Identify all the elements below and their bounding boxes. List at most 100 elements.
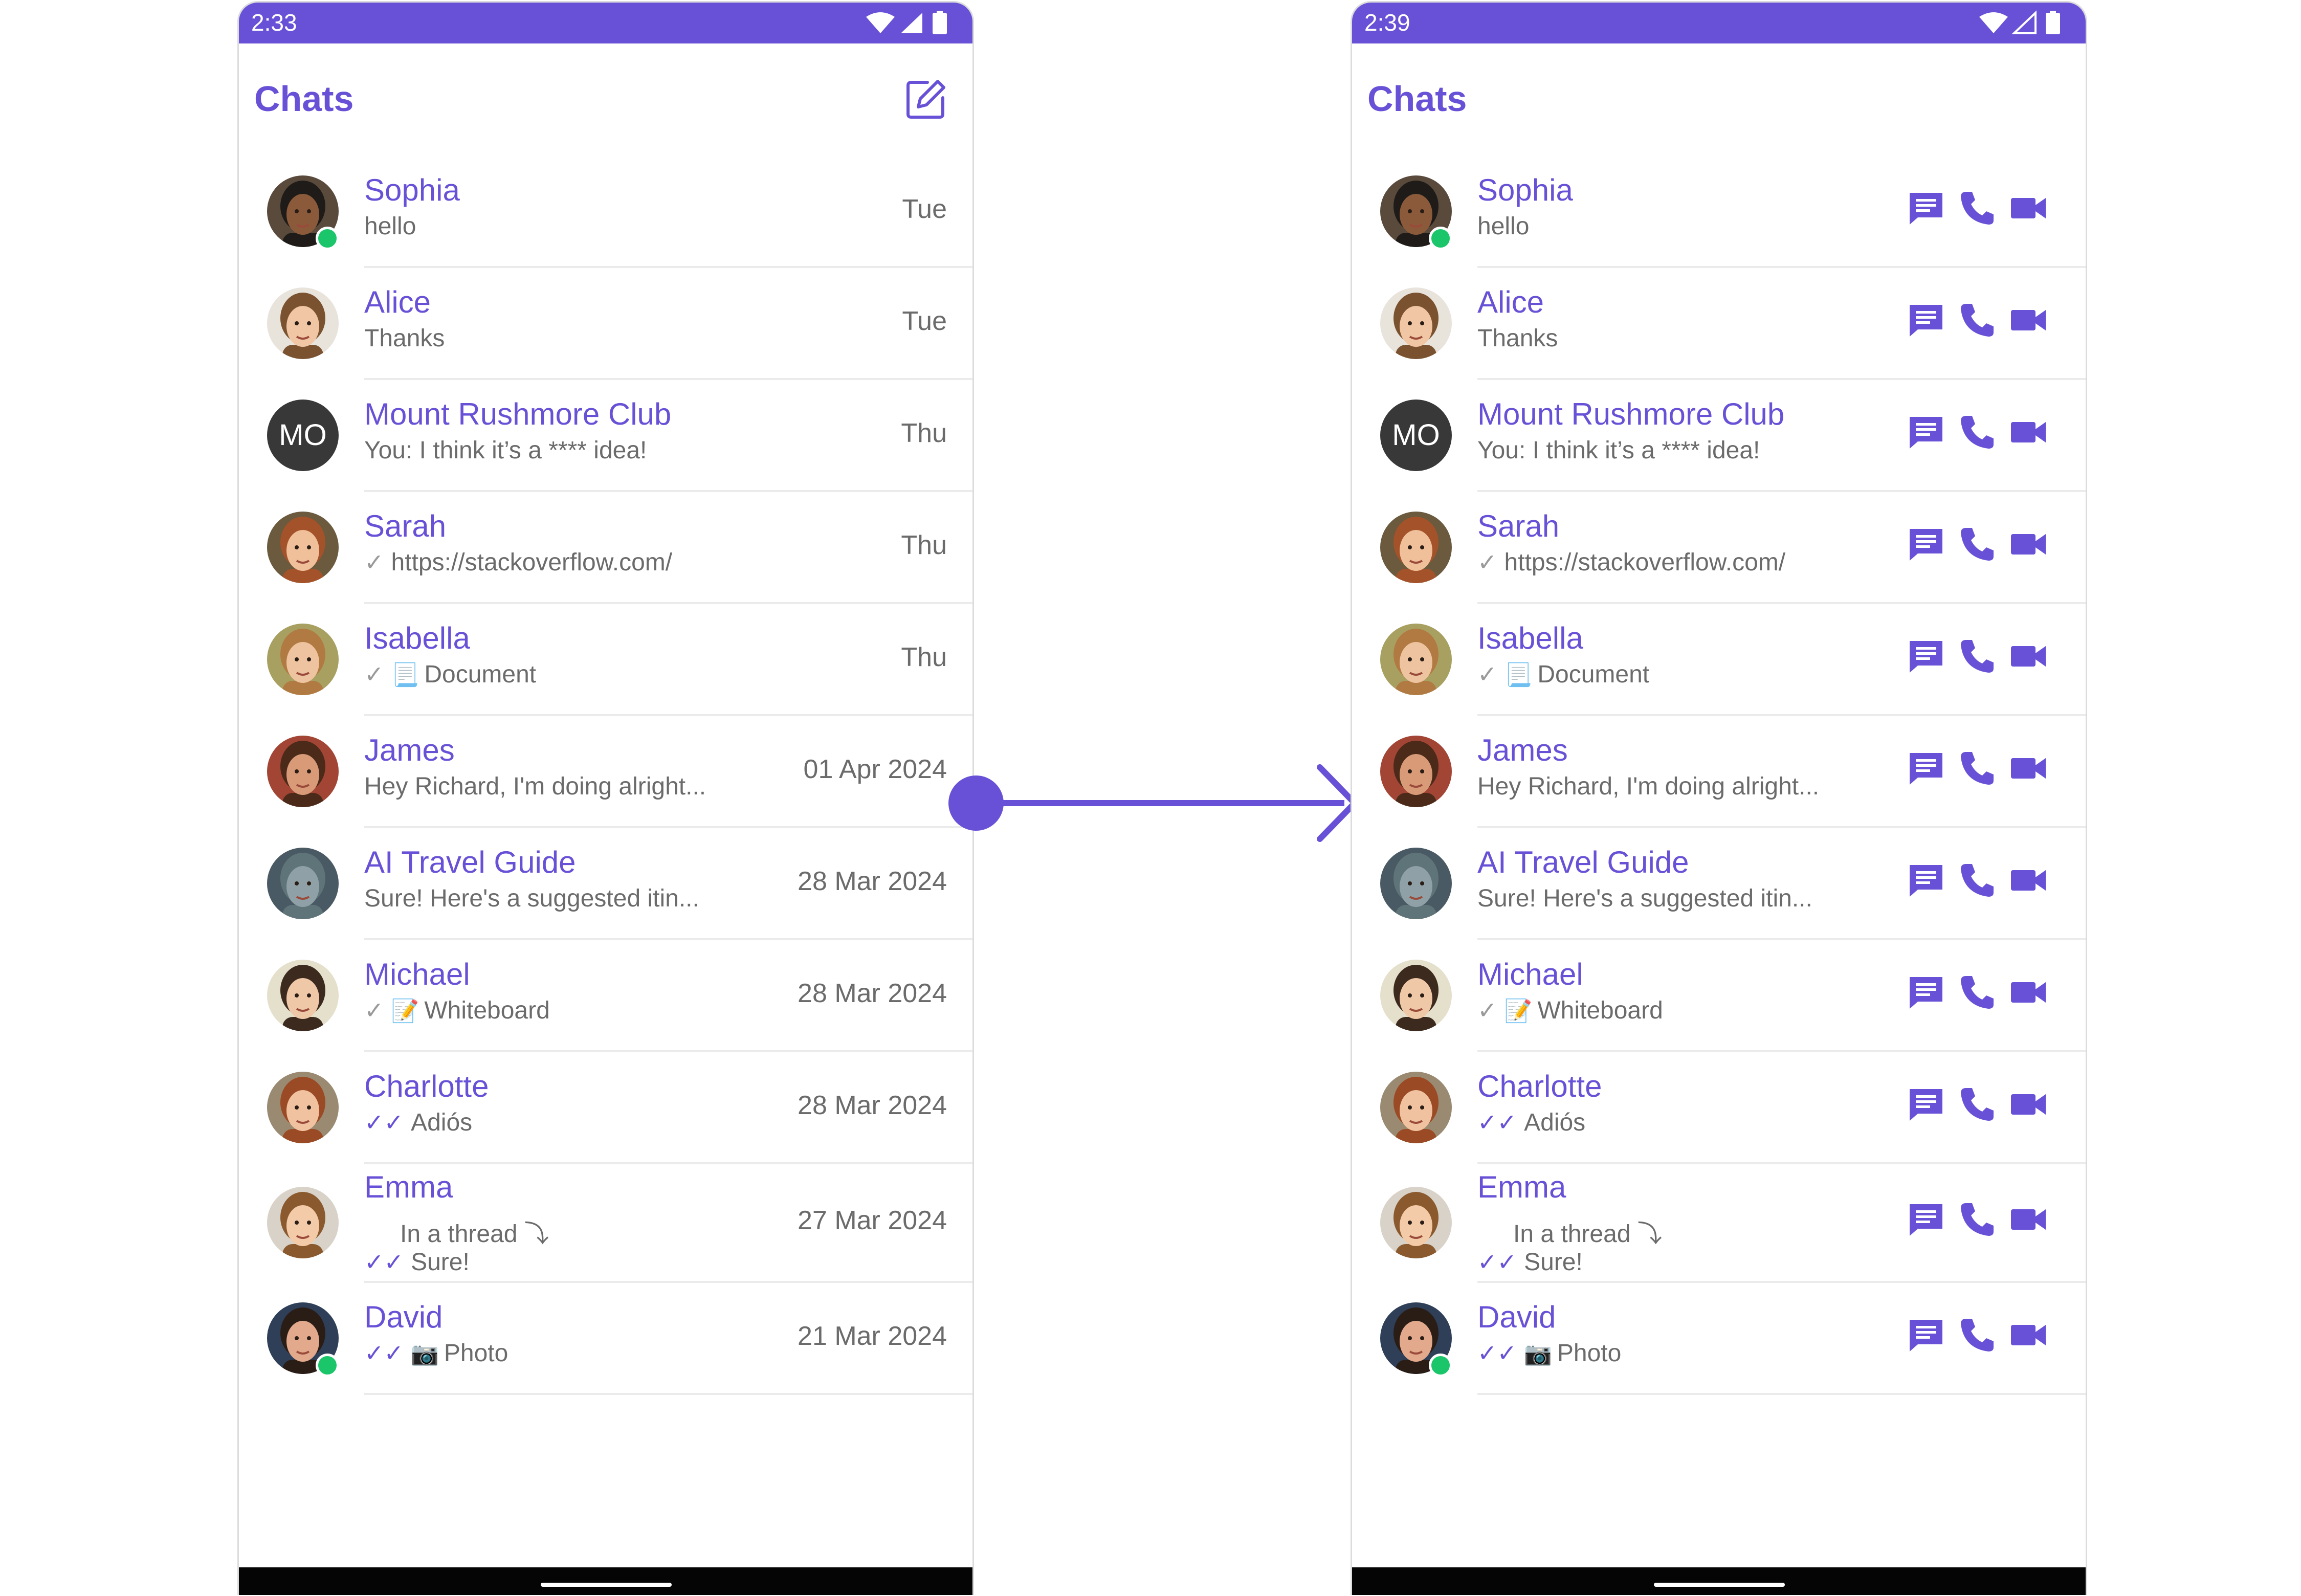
voice-call-icon[interactable] xyxy=(1957,748,1998,789)
last-message-preview: You: I think it’s a **** idea! xyxy=(1477,436,1760,464)
conversation-row[interactable]: Charlotte ✓✓ Adiós xyxy=(1352,1052,2086,1164)
conversation-row[interactable]: David ✓✓ 📷 Photo 21 Mar 2024 xyxy=(239,1283,972,1395)
online-status-indicator xyxy=(316,1354,339,1377)
attachment-icon: 📷 xyxy=(1524,1341,1552,1366)
conversation-row[interactable]: Sarah ✓ https://stackoverflow.com/ xyxy=(1352,492,2086,604)
row-actions xyxy=(1906,860,2054,901)
row-actions xyxy=(1906,524,2054,565)
conversation-row[interactable]: Emma In a thread ⤵ ✓✓ Sure! 27 Mar 2024 xyxy=(239,1164,972,1283)
online-status-indicator xyxy=(1429,1354,1452,1377)
video-call-icon[interactable] xyxy=(2008,636,2049,677)
conversation-row[interactable]: Alice Thanks Tue xyxy=(239,268,972,380)
message-icon[interactable] xyxy=(1906,1199,1946,1240)
conversation-row[interactable]: Michael ✓ 📝 Whiteboard xyxy=(1352,940,2086,1052)
avatar xyxy=(267,1072,339,1143)
last-message-preview: ✓✓ Adiós xyxy=(364,1109,472,1137)
video-call-icon[interactable] xyxy=(2008,748,2049,789)
voice-call-icon[interactable] xyxy=(1957,412,1998,453)
conversation-name: James xyxy=(1477,733,1568,767)
conversation-row[interactable]: MO Mount Rushmore Club You: I think it’s a… xyxy=(239,380,972,492)
conversation-row[interactable]: Isabella ✓ 📃 Document Thu xyxy=(239,604,972,716)
sent-receipt-icon: ✓ xyxy=(364,661,384,688)
divider xyxy=(364,1393,972,1395)
avatar xyxy=(1380,1187,1452,1258)
avatar: MO xyxy=(1380,400,1452,471)
conversation-row[interactable]: Michael ✓ 📝 Whiteboard 28 Mar 2024 xyxy=(239,940,972,1052)
conversation-time: Thu xyxy=(901,642,947,672)
conversation-row[interactable]: Emma In a thread ⤵ ✓✓ Sure! xyxy=(1352,1164,2086,1283)
voice-call-icon[interactable] xyxy=(1957,188,1998,229)
video-call-icon[interactable] xyxy=(2008,1315,2049,1356)
status-time: 2:33 xyxy=(251,9,297,36)
video-call-icon[interactable] xyxy=(2008,972,2049,1013)
avatar xyxy=(267,848,339,919)
message-icon[interactable] xyxy=(1906,1084,1946,1125)
home-indicator[interactable] xyxy=(541,1583,672,1587)
conversation-row[interactable]: Charlotte ✓✓ Adiós 28 Mar 2024 xyxy=(239,1052,972,1164)
avatar-photo xyxy=(267,736,339,807)
video-call-icon[interactable] xyxy=(2008,300,2049,341)
avatar xyxy=(1380,1072,1452,1143)
voice-call-icon[interactable] xyxy=(1957,1199,1998,1240)
video-call-icon[interactable] xyxy=(2008,860,2049,901)
conversation-row[interactable]: Alice Thanks xyxy=(1352,268,2086,380)
conversation-row[interactable]: AI Travel Guide Sure! Here's a suggested … xyxy=(239,828,972,940)
conversation-row[interactable]: James Hey Richard, I'm doing alright... xyxy=(1352,716,2086,828)
phone-screen-after: 2:39 Chats Sophia hello Alice Thanks MO Mount… xyxy=(1351,1,2087,1595)
conversation-name: David xyxy=(364,1300,443,1334)
voice-call-icon[interactable] xyxy=(1957,524,1998,565)
message-icon[interactable] xyxy=(1906,636,1946,677)
video-call-icon[interactable] xyxy=(2008,524,2049,565)
video-call-icon[interactable] xyxy=(2008,1084,2049,1125)
message-icon[interactable] xyxy=(1906,188,1946,229)
voice-call-icon[interactable] xyxy=(1957,300,1998,341)
video-call-icon[interactable] xyxy=(2008,1199,2049,1240)
read-receipt-icon: ✓✓ xyxy=(364,1109,404,1136)
row-actions xyxy=(1906,972,2054,1013)
conversation-name: Alice xyxy=(364,285,431,319)
avatar xyxy=(1380,624,1452,695)
video-call-icon[interactable] xyxy=(2008,412,2049,453)
row-actions xyxy=(1906,300,2054,341)
conversation-row[interactable]: MO Mount Rushmore Club You: I think it’s a… xyxy=(1352,380,2086,492)
conversation-row[interactable]: Sarah ✓ https://stackoverflow.com/Thu xyxy=(239,492,972,604)
message-icon[interactable] xyxy=(1906,300,1946,341)
home-indicator[interactable] xyxy=(1654,1583,1785,1587)
online-status-indicator xyxy=(316,227,339,250)
message-icon[interactable] xyxy=(1906,860,1946,901)
conversation-row[interactable]: Sophia hello xyxy=(1352,156,2086,268)
conversation-row[interactable]: AI Travel Guide Sure! Here's a suggested … xyxy=(1352,828,2086,940)
message-text: You: I think it’s a **** idea! xyxy=(1477,437,1760,464)
avatar-photo xyxy=(1380,624,1452,695)
avatar-photo xyxy=(267,1072,339,1143)
row-actions xyxy=(1906,1084,2054,1125)
voice-call-icon[interactable] xyxy=(1957,1084,1998,1125)
last-message-preview: Thanks xyxy=(1477,324,1558,352)
voice-call-icon[interactable] xyxy=(1957,860,1998,901)
message-icon[interactable] xyxy=(1906,524,1946,565)
voice-call-icon[interactable] xyxy=(1957,636,1998,677)
conversation-time: 27 Mar 2024 xyxy=(798,1206,947,1235)
conversation-name: David xyxy=(1477,1300,1556,1334)
compose-button[interactable] xyxy=(904,77,948,121)
voice-call-icon[interactable] xyxy=(1957,1315,1998,1356)
conversation-time: Thu xyxy=(901,418,947,448)
conversation-row[interactable]: David ✓✓ 📷 Photo xyxy=(1352,1283,2086,1395)
conversation-time: Tue xyxy=(902,194,947,224)
message-text: hello xyxy=(364,213,416,240)
message-icon[interactable] xyxy=(1906,1315,1946,1356)
conversation-row[interactable]: Sophia hello Tue xyxy=(239,156,972,268)
row-actions xyxy=(1906,748,2054,789)
conversation-row[interactable]: Isabella ✓ 📃 Document xyxy=(1352,604,2086,716)
conversation-name: Alice xyxy=(1477,285,1544,319)
video-call-icon[interactable] xyxy=(2008,188,2049,229)
message-icon[interactable] xyxy=(1906,748,1946,789)
voice-call-icon[interactable] xyxy=(1957,972,1998,1013)
conversation-row[interactable]: James Hey Richard, I'm doing alright... 01… xyxy=(239,716,972,828)
avatar-photo xyxy=(267,848,339,919)
message-icon[interactable] xyxy=(1906,972,1946,1013)
message-icon[interactable] xyxy=(1906,412,1946,453)
conversation-name: AI Travel Guide xyxy=(364,845,576,879)
compose-icon xyxy=(906,80,945,119)
last-message-preview: ✓✓ Sure! xyxy=(1477,1248,1583,1276)
